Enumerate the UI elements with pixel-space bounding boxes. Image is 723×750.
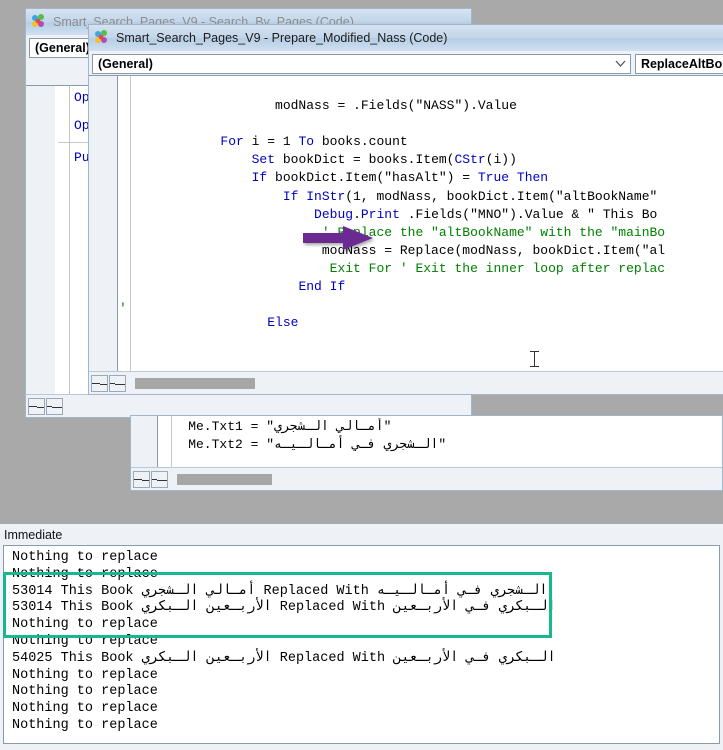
vbe-mdi-workspace: Smart_Search_Pages_V9 - Search_By_Pages … [0,0,723,524]
code-token: books.count [321,134,408,150]
immediate-output-line: Nothing to replace [12,633,158,649]
code-token: (i)) [485,152,517,168]
vba-module-icon [32,14,44,27]
background-margin-line [69,86,70,395]
code-token: . [353,206,361,222]
code-token: For [220,134,252,150]
code-token: InStr [306,188,346,204]
full-module-view-icon[interactable] [151,470,168,488]
immediate-output-line: 53014 This Book أمـالي الـشجري Replaced … [12,583,548,599]
code-token: True [477,170,517,186]
front-code-window[interactable]: Smart_Search_Pages_V9 - Prepare_Modified… [88,24,723,395]
background-hscroll-strip[interactable] [26,394,471,417]
arabic-code-line: Me.Txt2 = "الـشجري فـي أمـالـيـه" [157,437,447,453]
immediate-window[interactable]: Immediate Nothing to replace Nothing to r… [0,524,723,750]
code-token: Else [267,315,299,331]
immediate-output-line: Nothing to replace [12,701,158,717]
immediate-window-output[interactable]: Nothing to replace Nothing to replace 5301… [3,545,720,744]
immediate-window-title: Immediate [0,524,723,545]
immediate-output-line: Nothing to replace [12,550,158,565]
code-token: bookDict.Item("hasAlt") = [275,170,478,186]
code-token: bookDict = books.Item( [282,152,455,168]
background-split-buttons[interactable] [28,397,64,415]
front-hscroll-thumb[interactable] [135,377,255,389]
front-combo-row: (General) ReplaceAltBo [89,51,723,74]
code-line: ' Replace the "altBookName" with the "ma… [119,224,723,242]
immediate-output-line: Nothing to replace [12,566,158,582]
text-cursor-ibeam [530,351,539,367]
code-token: .Fields("MNO").Value & " This Bo [407,206,658,222]
code-token: (1, modNass, bookDict.Item("altBookName" [345,188,658,204]
immediate-output-line: Nothing to replace [12,717,158,733]
code-token: CStr [454,152,486,168]
code-token: If [251,170,276,186]
immediate-output-line: 53014 This Book الأربـعين الـبكري Replac… [12,600,556,616]
procedure-combo-value: ReplaceAltBo [640,56,723,71]
code-line: Debug.Print .Fields("MNO").Value & " Thi… [119,206,723,224]
front-hscroll-strip[interactable] [89,371,723,394]
immediate-output-line: Nothing to replace [12,684,158,700]
front-code-pane[interactable]: modNass = .Fields("NASS").Value For i = … [89,75,723,394]
arabic-strings-code-window[interactable]: Me.Txt1 = "أمـالي الـشجري" Me.Txt2 = "ال… [130,415,723,491]
code-line: Else [119,314,723,332]
code-line: Set bookDict = books.Item(CStr(i)) [119,151,723,169]
front-split-buttons[interactable] [91,374,127,392]
procedure-view-icon[interactable] [133,470,150,488]
code-token: Set [251,152,283,168]
object-combo[interactable]: (General) [92,53,631,74]
orphan-comment-mark: ' [119,301,127,316]
front-window-title: Smart_Search_Pages_V9 - Prepare_Modified… [116,31,448,45]
code-token: Print [360,206,408,222]
vba-module-icon [95,30,107,43]
exit-for-highlight-arrow [303,226,373,250]
procedure-view-icon[interactable] [28,397,45,415]
full-module-view-icon[interactable] [46,397,63,415]
code-line: Exit For ' Exit the inner loop after rep… [119,260,723,278]
background-code-gutter [26,86,55,417]
full-module-view-icon[interactable] [109,374,126,392]
code-token: Debug [314,206,354,222]
front-window-titlebar[interactable]: Smart_Search_Pages_V9 - Prepare_Modified… [89,25,723,51]
arabic-code-line: Me.Txt1 = "أمـالي الـشجري" [157,419,392,434]
arabic-hscroll-thumb[interactable] [177,473,272,485]
immediate-output-line: Nothing to replace [12,617,158,633]
arabic-code-pane[interactable]: Me.Txt1 = "أمـالي الـشجري" Me.Txt2 = "ال… [131,416,722,490]
code-line: If bookDict.Item("hasAlt") = True Then [119,169,723,187]
code-token: To [298,134,322,150]
code-line: If InStr(1, modNass, bookDict.Item("altB… [119,188,723,206]
front-code-gutter [89,76,118,394]
procedure-view-icon[interactable] [91,374,108,392]
code-token: 1 [282,134,299,150]
front-code-text: modNass = .Fields("NASS").Value For i = … [119,79,723,394]
immediate-output-line: Nothing to replace [12,667,158,683]
code-token: End If [298,279,346,295]
code-token: modNass = [275,98,354,114]
code-line: End If [119,278,723,296]
code-token: If [282,188,307,204]
code-token: Then [516,170,549,186]
code-line: modNass = Replace(modNass, bookDict.Item… [119,242,723,260]
arabic-hscroll-strip[interactable] [131,467,722,490]
object-combo-value: (General) [98,56,153,71]
code-token: Exit For ' Exit the inner loop after rep… [329,260,666,276]
background-object-combo-value: (General) [35,40,90,55]
chevron-down-icon[interactable] [612,55,630,73]
code-line: modNass = .Fields("NASS").Value [119,97,723,115]
code-token: i = [251,134,283,150]
immediate-output-line: 54025 This Book الأربـعين الـبكري Replac… [12,650,556,666]
code-token: .Fields("NASS").Value [353,98,517,114]
arabic-split-buttons[interactable] [133,470,169,488]
procedure-combo[interactable]: ReplaceAltBo [634,53,723,74]
code-line: For i = 1 To books.count [119,133,723,151]
